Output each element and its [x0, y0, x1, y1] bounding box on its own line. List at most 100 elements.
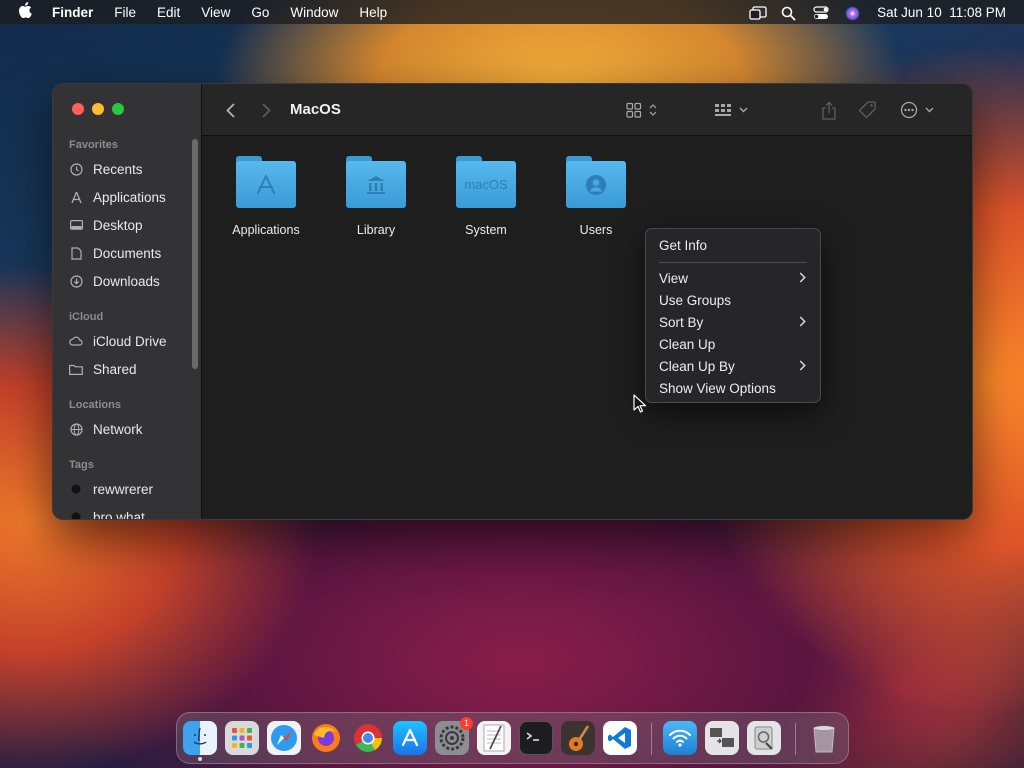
- menu-separator: [659, 262, 807, 263]
- menu-window[interactable]: Window: [290, 5, 338, 20]
- finder-window: Favorites Recents Applications Desktop D…: [52, 83, 973, 520]
- dock-disk-utility-icon[interactable]: [747, 721, 781, 755]
- sidebar-item-label: Recents: [93, 161, 143, 177]
- folder-item[interactable]: Users: [541, 156, 651, 237]
- sidebar-item-tag[interactable]: bro what: [69, 506, 145, 519]
- sidebar-item-documents[interactable]: Documents: [69, 242, 161, 264]
- tag-button[interactable]: [857, 98, 879, 122]
- folder-label: Library: [356, 223, 396, 237]
- menu-item-view[interactable]: View: [646, 268, 820, 290]
- dock-safari-icon[interactable]: [267, 721, 301, 755]
- dock-system-settings-icon[interactable]: 1: [435, 717, 473, 755]
- library-building-icon: [367, 175, 385, 194]
- sidebar-item-recents[interactable]: Recents: [69, 158, 143, 180]
- stage-manager-icon[interactable]: [749, 5, 767, 20]
- notification-badge: 1: [460, 717, 473, 730]
- menu-item-clean-up-by[interactable]: Clean Up By: [646, 356, 820, 378]
- folder-icon: macOS: [456, 156, 516, 208]
- sidebar-header-tags: Tags: [69, 459, 94, 471]
- menu-item-get-info[interactable]: Get Info: [646, 235, 820, 257]
- context-menu: Get Info View Use Groups Sort By Clean U…: [645, 228, 821, 403]
- sidebar-item-network[interactable]: Network: [69, 418, 143, 440]
- sidebar-item-shared[interactable]: Shared: [69, 358, 137, 380]
- apple-menu-icon[interactable]: [18, 2, 32, 22]
- menu-item-use-groups[interactable]: Use Groups: [646, 290, 820, 312]
- sidebar: Favorites Recents Applications Desktop D…: [53, 84, 202, 519]
- minimize-button[interactable]: [92, 103, 104, 115]
- dock-launchpad-icon[interactable]: [225, 721, 259, 755]
- sidebar-item-label: Downloads: [93, 273, 160, 289]
- dock-trash-icon[interactable]: [807, 721, 841, 755]
- more-actions-button[interactable]: [900, 98, 938, 122]
- zoom-button[interactable]: [112, 103, 124, 115]
- sidebar-item-label: iCloud Drive: [93, 333, 167, 349]
- clock-icon: [69, 162, 83, 176]
- group-button[interactable]: [712, 98, 752, 122]
- folder-icon: [236, 156, 296, 208]
- folder-label: Users: [579, 223, 613, 237]
- close-button[interactable]: [72, 103, 84, 115]
- dock-garageband-icon[interactable]: [561, 721, 595, 755]
- sidebar-item-applications[interactable]: Applications: [69, 186, 166, 208]
- share-button[interactable]: [818, 98, 840, 122]
- forward-button[interactable]: [258, 98, 274, 122]
- sidebar-item-label: Network: [93, 421, 143, 437]
- sidebar-item-desktop[interactable]: Desktop: [69, 214, 143, 236]
- siri-icon[interactable]: [845, 6, 861, 20]
- dock-terminal-icon[interactable]: [519, 721, 553, 755]
- dock-textedit-icon[interactable]: [477, 721, 511, 755]
- dock-firefox-icon[interactable]: [309, 721, 343, 755]
- applications-icon: [69, 190, 83, 204]
- folder-label: Applications: [232, 223, 300, 237]
- sidebar-item-label: Applications: [93, 189, 166, 205]
- menu-item-clean-up[interactable]: Clean Up: [646, 334, 820, 356]
- sidebar-item-icloud-drive[interactable]: iCloud Drive: [69, 330, 167, 352]
- menu-help[interactable]: Help: [359, 5, 387, 20]
- back-button[interactable]: [222, 98, 238, 122]
- menu-edit[interactable]: Edit: [157, 5, 180, 20]
- sidebar-item-label: rewwrerer: [93, 481, 154, 497]
- globe-icon: [69, 422, 83, 436]
- chevron-right-icon: [799, 268, 806, 290]
- dock-wireless-diagnostics-icon[interactable]: [663, 721, 697, 755]
- file-area[interactable]: Applications Library macOS System Users: [202, 136, 972, 519]
- sidebar-header-locations: Locations: [69, 399, 121, 411]
- control-center-icon[interactable]: [813, 5, 829, 19]
- menubar-clock[interactable]: Sat Jun 10 11:08 PM: [877, 5, 1006, 20]
- dock-app-store-icon[interactable]: [393, 721, 427, 755]
- dock-separator: [651, 723, 652, 755]
- sidebar-item-downloads[interactable]: Downloads: [69, 270, 160, 292]
- dock-finder-icon[interactable]: [183, 721, 217, 761]
- menu-item-sort-by[interactable]: Sort By: [646, 312, 820, 334]
- app-menu-finder[interactable]: Finder: [52, 5, 93, 20]
- chevron-right-icon: [799, 356, 806, 378]
- menu-bar: Finder File Edit View Go Window Help Sat…: [0, 0, 1024, 24]
- sidebar-header-icloud: iCloud: [69, 311, 104, 323]
- folder-item[interactable]: Library: [321, 156, 431, 237]
- view-mode-button[interactable]: [625, 98, 661, 122]
- shared-folder-icon: [69, 362, 83, 376]
- dock: 1: [176, 712, 849, 764]
- dock-chrome-icon[interactable]: [351, 721, 385, 755]
- menu-go[interactable]: Go: [251, 5, 269, 20]
- folder-icon: [346, 156, 406, 208]
- dock-separator: [795, 723, 796, 755]
- folder-icon: [566, 156, 626, 208]
- sidebar-item-tag[interactable]: rewwrerer: [69, 478, 153, 500]
- download-icon: [69, 274, 83, 288]
- sidebar-item-label: Documents: [93, 245, 162, 261]
- toolbar: MacOS: [202, 84, 972, 136]
- sidebar-item-label: Desktop: [93, 217, 143, 233]
- folder-item[interactable]: macOS System: [431, 156, 541, 237]
- dock-migration-assistant-icon[interactable]: [705, 721, 739, 755]
- sidebar-scrollbar[interactable]: [192, 139, 198, 369]
- macos-glyph: macOS: [464, 177, 508, 192]
- folder-label: System: [465, 223, 507, 237]
- dock-vscode-icon[interactable]: [603, 721, 637, 755]
- folder-item[interactable]: Applications: [211, 156, 321, 237]
- window-title: MacOS: [290, 101, 341, 118]
- menu-item-show-view-options[interactable]: Show View Options: [646, 378, 820, 400]
- spotlight-search-icon[interactable]: [781, 6, 797, 20]
- menu-view[interactable]: View: [201, 5, 230, 20]
- menu-file[interactable]: File: [114, 5, 136, 20]
